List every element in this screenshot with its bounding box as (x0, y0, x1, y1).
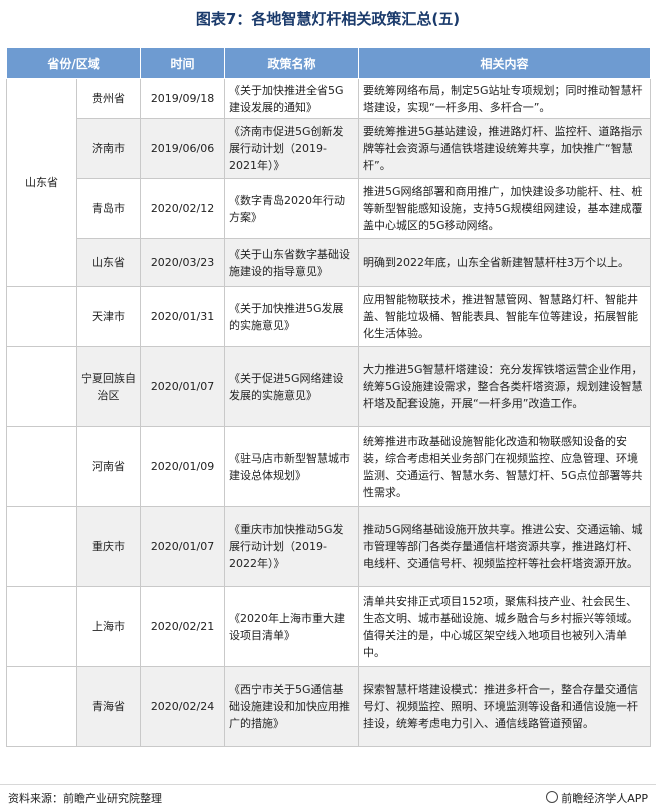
date-cell: 2020/02/21 (140, 586, 226, 667)
date-cell: 2020/01/31 (140, 286, 226, 347)
date-cell: 2019/06/06 (140, 118, 226, 179)
date-cell: 2019/09/18 (140, 78, 226, 119)
city-cell: 青岛市 (75, 178, 142, 239)
city-cell: 山东省 (75, 238, 142, 287)
date-cell: 2020/01/07 (140, 506, 226, 587)
source-note: 资料来源：前瞻产业研究院整理 (8, 792, 162, 805)
table-header: 省份/区域 时间 政策名称 相关内容 (5, 47, 652, 79)
footer: 资料来源：前瞻产业研究院整理 前瞻经济学人APP (0, 784, 656, 807)
province-cell-empty (6, 586, 77, 667)
policy-name-cell: 《2020年上海市重大建设项目清单》 (224, 586, 360, 667)
brand-credit: 前瞻经济学人APP (546, 790, 648, 806)
province-group-cell: 山东省 (6, 78, 77, 287)
policy-name-cell: 《数字青岛2020年行动方案》 (224, 178, 360, 239)
header-province: 省份/区域 (5, 47, 142, 79)
policy-name-cell: 《西宁市关于5G通信基础设施建设和加快应用推广的措施》 (224, 666, 360, 747)
table-row: 青海省 2020/02/24 《西宁市关于5G通信基础设施建设和加快应用推广的措… (6, 666, 652, 747)
table-row: 上海市 2020/02/21 《2020年上海市重大建设项目清单》 清单共安排正… (6, 586, 652, 667)
province-cell-empty (6, 506, 77, 587)
chart-title: 图表7：各地智慧灯杆相关政策汇总(五) (195, 10, 461, 28)
header-policy-name: 政策名称 (224, 47, 360, 79)
table-body: 山东省 贵州省 2019/09/18 《关于加快推进全省5G建设发展的通知》 要… (6, 78, 652, 747)
policy-name-cell: 《济南市促进5G创新发展行动计划（2019-2021年）》 (224, 118, 360, 179)
content-cell: 应用智能物联技术，推进智慧管网、智慧路灯杆、智能井盖、智能垃圾桶、智能表具、智能… (358, 286, 652, 347)
city-cell: 重庆市 (75, 506, 142, 587)
header-date: 时间 (140, 47, 226, 79)
policy-name-cell: 《重庆市加快推动5G发展行动计划（2019-2022年）》 (224, 506, 360, 587)
province-cell-empty (6, 346, 77, 427)
table-row: 山东省 贵州省 2019/09/18 《关于加快推进全省5G建设发展的通知》 要… (6, 78, 652, 287)
province-cell-empty (6, 426, 77, 507)
content-cell: 大力推进5G智慧杆塔建设：充分发挥铁塔运营企业作用，统筹5G设施建设需求，整合各… (358, 346, 652, 427)
city-cell: 天津市 (75, 286, 142, 347)
city-cell: 济南市 (75, 118, 142, 179)
date-cell: 2020/01/07 (140, 346, 226, 427)
policy-name-cell: 《关于加快推进5G发展的实施意见》 (224, 286, 360, 347)
table-row: 河南省 2020/01/09 《驻马店市新型智慧城市建设总体规划》 统筹推进市政… (6, 426, 652, 507)
table-row: 青岛市 2020/02/12 《数字青岛2020年行动方案》 推进5G网络部署和… (7, 178, 652, 239)
table-row: 山东省 2020/03/23 《关于山东省数字基础设施建设的指导意见》 明确到2… (7, 238, 652, 287)
city-cell: 宁夏回族自治区 (75, 346, 142, 427)
content-cell: 推动5G网络基础设施开放共享。推进公安、交通运输、城市管理等部门各类存量通信杆塔… (358, 506, 652, 587)
province-cell-empty (6, 286, 77, 347)
city-cell: 河南省 (75, 426, 142, 507)
content-cell: 要统筹网络布局，制定5G站址专项规划；同时推动智慧杆塔建设，实现“一杆多用、多杆… (358, 78, 652, 119)
header-content: 相关内容 (358, 47, 652, 79)
content-cell: 要统筹推进5G基站建设，推进路灯杆、监控杆、道路指示牌等社会资源与通信铁塔建设统… (358, 118, 652, 179)
policy-table: 省份/区域 时间 政策名称 相关内容 山东省 贵州省 2019/09/18 《关… (5, 47, 652, 747)
province-cell-empty (6, 666, 77, 747)
policy-name-cell: 《关于加快推进全省5G建设发展的通知》 (224, 78, 360, 119)
date-cell: 2020/02/24 (140, 666, 226, 747)
content-cell: 明确到2022年底，山东全省新建智慧杆柱3万个以上。 (358, 238, 652, 287)
table-row: 宁夏回族自治区 2020/01/07 《关于促进5G网络建设发展的实施意见》 大… (6, 346, 652, 427)
content-cell: 统筹推进市政基础设施智能化改造和物联感知设备的安装，综合考虑相关业务部门在视频监… (358, 426, 652, 507)
content-cell: 清单共安排正式项目152项，聚焦科技产业、社会民生、生态文明、城市基础设施、城乡… (358, 586, 652, 667)
policy-name-cell: 《关于山东省数字基础设施建设的指导意见》 (224, 238, 360, 287)
city-cell: 上海市 (75, 586, 142, 667)
content-cell: 探索智慧杆塔建设模式：推进多杆合一，整合存量交通信号灯、视频监控、照明、环境监测… (358, 666, 652, 747)
table-row: 重庆市 2020/01/07 《重庆市加快推动5G发展行动计划（2019-202… (6, 506, 652, 587)
brand-logo-icon (546, 791, 559, 803)
brand-label: 前瞻经济学人APP (561, 792, 648, 805)
date-cell: 2020/01/09 (140, 426, 226, 507)
table-row: 天津市 2020/01/31 《关于加快推进5G发展的实施意见》 应用智能物联技… (6, 286, 652, 347)
city-cell: 青海省 (75, 666, 142, 747)
policy-name-cell: 《驻马店市新型智慧城市建设总体规划》 (224, 426, 360, 507)
date-cell: 2020/03/23 (140, 238, 226, 287)
city-cell: 贵州省 (75, 78, 142, 119)
table-row: 济南市 2019/06/06 《济南市促进5G创新发展行动计划（2019-202… (7, 118, 652, 179)
date-cell: 2020/02/12 (140, 178, 226, 239)
policy-name-cell: 《关于促进5G网络建设发展的实施意见》 (224, 346, 360, 427)
content-cell: 推进5G网络部署和商用推广，加快建设多功能杆、柱、桩等新型智能感知设施，支持5G… (358, 178, 652, 239)
